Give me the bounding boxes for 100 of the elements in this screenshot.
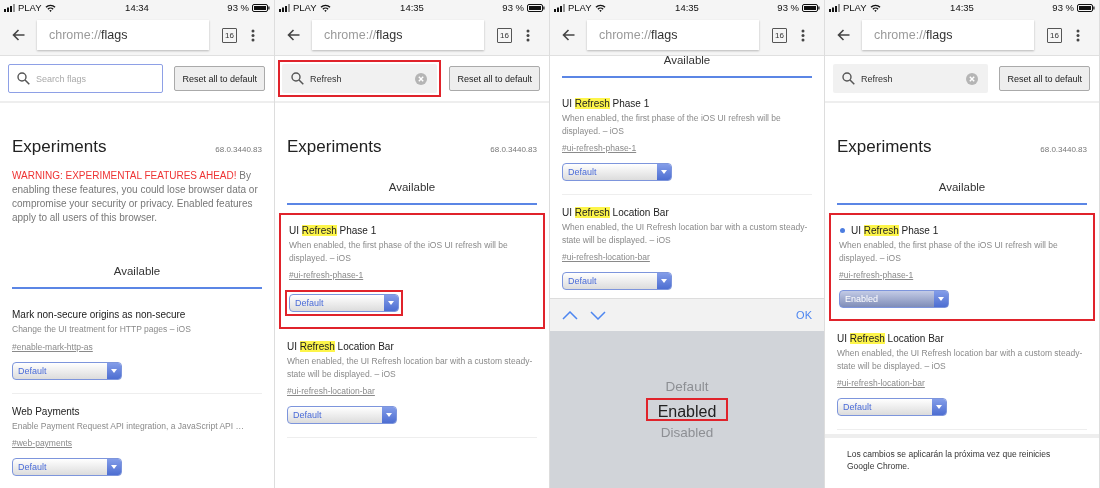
caret-icon xyxy=(657,164,671,180)
reset-button[interactable]: Reset all to default xyxy=(174,66,265,91)
flag-title: Web Payments xyxy=(12,405,80,417)
caret-icon xyxy=(657,273,671,289)
menu-icon[interactable] xyxy=(251,28,255,42)
flag-title: UI Refresh Location Bar xyxy=(562,207,669,218)
flag-link[interactable]: #ui-refresh-phase-1 xyxy=(289,270,364,280)
wifi-icon xyxy=(319,3,331,12)
url-field[interactable]: chrome://flags xyxy=(37,20,209,50)
caret-icon xyxy=(107,459,121,475)
signal-icon xyxy=(4,3,15,12)
back-arrow-icon[interactable] xyxy=(12,29,25,41)
restart-notice: Los cambios se aplicarán la próxima vez que reinicies Google Chrome. xyxy=(825,434,1099,488)
version-text: 68.0.3440.83 xyxy=(1040,145,1087,154)
battery-percent: 93 % xyxy=(777,2,799,13)
flag-description: When enabled, the first phase of the iOS UI refresh will be displayed. – iOS xyxy=(839,239,1059,264)
page-title: Experiments xyxy=(12,137,107,157)
carrier-name: PLAY xyxy=(293,2,317,13)
clock-time: 14:35 xyxy=(400,2,424,13)
dropdown[interactable]: Default xyxy=(562,272,672,290)
flag-description: When enabled, the UI Refresh location bar with a custom steady-state will be displayed. – iOS xyxy=(837,347,1084,372)
url-field[interactable]: chrome://flags xyxy=(312,20,484,50)
signal-icon xyxy=(554,3,565,12)
battery-percent: 93 % xyxy=(1052,2,1074,13)
tab-count-button[interactable]: 16 xyxy=(1047,27,1062,43)
flag-link[interactable]: #ui-refresh-phase-1 xyxy=(839,270,914,280)
chevron-down-icon[interactable] xyxy=(590,310,606,320)
caret-icon xyxy=(934,291,948,307)
battery-icon xyxy=(252,3,270,12)
flag-link[interactable]: #web-payments xyxy=(12,438,72,448)
battery-percent: 93 % xyxy=(227,2,249,13)
page-title: Experiments xyxy=(837,137,932,157)
tab-count-button[interactable]: 16 xyxy=(497,27,512,43)
flag-link[interactable]: #ui-refresh-location-bar xyxy=(287,386,375,396)
tab-count-button[interactable]: 16 xyxy=(222,27,237,43)
search-icon xyxy=(842,72,855,85)
url-field[interactable]: chrome://flags xyxy=(587,20,759,50)
reset-button[interactable]: Reset all to default xyxy=(999,66,1090,91)
back-arrow-icon[interactable] xyxy=(837,29,850,41)
ok-button[interactable]: OK xyxy=(796,309,812,321)
flag-description: When enabled, the first phase of the iOS UI refresh will be displayed. – iOS xyxy=(562,112,782,137)
clock-time: 14:35 xyxy=(950,2,974,13)
tab-count-button[interactable]: 16 xyxy=(772,27,787,43)
flag-description: When enabled, the UI Refresh location bar with a custom steady-state will be displayed. – iOS xyxy=(287,355,534,380)
warning-text: WARNING: EXPERIMENTAL FEATURES AHEAD! By enabling these features, you could lose browser data or compromise your security or privacy. Enabled features apply to all users of this browser. xyxy=(12,169,259,225)
picker-option[interactable]: Enabled xyxy=(645,398,729,421)
version-text: 68.0.3440.83 xyxy=(490,145,537,154)
url-field[interactable]: chrome://flags xyxy=(862,20,1034,50)
caret-icon xyxy=(384,295,398,311)
dropdown[interactable]: Default xyxy=(12,458,122,476)
back-arrow-icon[interactable] xyxy=(287,29,300,41)
menu-icon[interactable] xyxy=(801,28,805,42)
chevron-up-icon[interactable] xyxy=(562,310,578,320)
section-title: Available xyxy=(112,265,162,277)
wifi-icon xyxy=(594,3,606,12)
back-arrow-icon[interactable] xyxy=(562,29,575,41)
dropdown[interactable]: Default xyxy=(837,398,947,416)
carrier-name: PLAY xyxy=(843,2,867,13)
menu-icon[interactable] xyxy=(526,28,530,42)
reset-button[interactable]: Reset all to default xyxy=(449,66,540,91)
section-title: Available xyxy=(662,56,712,66)
search-icon xyxy=(291,72,304,85)
section-title: Available xyxy=(937,181,987,193)
signal-icon xyxy=(829,3,840,12)
version-text: 68.0.3440.83 xyxy=(215,145,262,154)
flag-title: UI Refresh Phase 1 xyxy=(562,98,650,109)
dropdown[interactable]: Default xyxy=(562,163,672,181)
dropdown[interactable]: Enabled xyxy=(839,290,949,308)
flag-link[interactable]: #ui-refresh-location-bar xyxy=(837,378,925,388)
battery-percent: 93 % xyxy=(502,2,524,13)
wifi-icon xyxy=(44,3,56,12)
flag-description: Enable Payment Request API integration, a JavaScript API … xyxy=(12,419,245,432)
flag-title: UI Refresh Phase 1 xyxy=(851,225,939,236)
dropdown[interactable]: Default xyxy=(287,406,397,424)
caret-icon xyxy=(932,399,946,415)
flag-description: When enabled, the UI Refresh location bar with a custom steady-state will be displayed. – iOS xyxy=(562,221,809,246)
search-field[interactable]: Refresh xyxy=(833,64,988,93)
flag-link[interactable]: #ui-refresh-phase-1 xyxy=(562,143,637,153)
signal-icon xyxy=(279,3,290,12)
picker-option[interactable]: Default xyxy=(655,375,719,398)
flag-description: When enabled, the first phase of the iOS UI refresh will be displayed. – iOS xyxy=(289,239,509,264)
clock-time: 14:34 xyxy=(125,2,149,13)
flag-link[interactable]: #enable-mark-http-as xyxy=(12,341,93,352)
battery-icon xyxy=(1077,3,1095,12)
search-field[interactable]: Search flags xyxy=(8,64,163,93)
flag-title: Mark non-secure origins as non-secure xyxy=(12,309,186,320)
battery-icon xyxy=(527,3,545,12)
dropdown[interactable]: Default xyxy=(289,294,399,312)
search-field[interactable]: Refresh xyxy=(282,64,437,93)
picker-option[interactable]: Disabled xyxy=(650,421,724,444)
battery-icon xyxy=(802,3,820,12)
page-title: Experiments xyxy=(287,137,382,157)
flag-title: UI Refresh Location Bar xyxy=(837,333,944,344)
search-icon xyxy=(17,72,30,85)
menu-icon[interactable] xyxy=(1076,28,1080,42)
flag-link[interactable]: #ui-refresh-location-bar xyxy=(562,252,650,262)
dropdown[interactable]: Default xyxy=(12,361,122,380)
flag-description: Change the UI treatment for HTTP pages – iOS xyxy=(12,323,192,336)
wifi-icon xyxy=(869,3,881,12)
clock-time: 14:35 xyxy=(675,2,699,13)
